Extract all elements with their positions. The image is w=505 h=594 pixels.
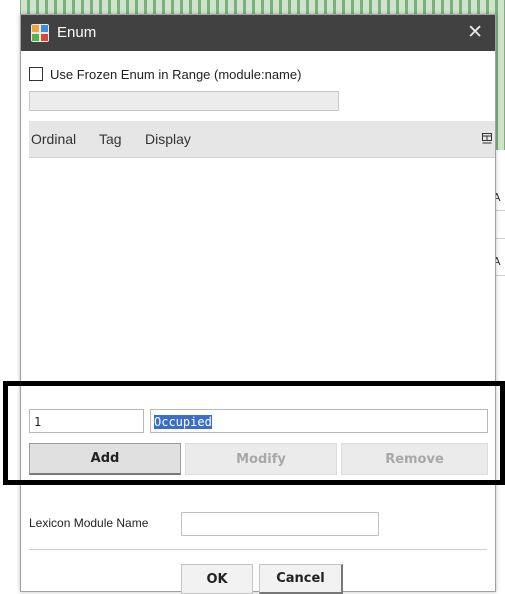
lexicon-module-input[interactable] — [181, 512, 379, 536]
tag-input-selected-text: Occupied — [154, 415, 212, 429]
cancel-button[interactable]: Cancel — [259, 564, 343, 594]
enum-app-icon — [31, 24, 49, 42]
dialog-titlebar[interactable]: Enum ✕ — [21, 15, 495, 51]
frozen-enum-checkbox[interactable] — [29, 67, 43, 81]
column-header-tag[interactable]: Tag — [99, 131, 122, 147]
footer-divider — [29, 549, 487, 550]
ok-button[interactable]: OK — [181, 564, 253, 594]
background-left-edge — [0, 0, 20, 591]
column-header-ordinal[interactable]: Ordinal — [31, 131, 76, 147]
enum-table-header: Ordinal Tag Display — [29, 121, 495, 158]
add-button[interactable]: Add — [29, 443, 181, 475]
lexicon-module-label: Lexicon Module Name — [29, 516, 149, 530]
frozen-enum-label: Use Frozen Enum in Range (module:name) — [50, 66, 302, 82]
frozen-enum-option[interactable]: Use Frozen Enum in Range (module:name) — [29, 65, 301, 83]
enum-dialog: Enum ✕ Use Frozen Enum in Range (module:… — [20, 14, 496, 594]
remove-button[interactable]: Remove — [341, 443, 488, 475]
frozen-enum-range-field — [29, 91, 339, 111]
column-header-display[interactable]: Display — [145, 131, 191, 147]
enum-table-body[interactable] — [29, 158, 495, 380]
close-icon[interactable]: ✕ — [467, 21, 483, 44]
dialog-title: Enum — [57, 24, 97, 41]
column-chooser-icon[interactable] — [482, 133, 492, 144]
tag-input[interactable]: Occupied — [150, 409, 488, 433]
ordinal-input[interactable]: 1 — [29, 409, 144, 433]
modify-button[interactable]: Modify — [185, 443, 337, 475]
